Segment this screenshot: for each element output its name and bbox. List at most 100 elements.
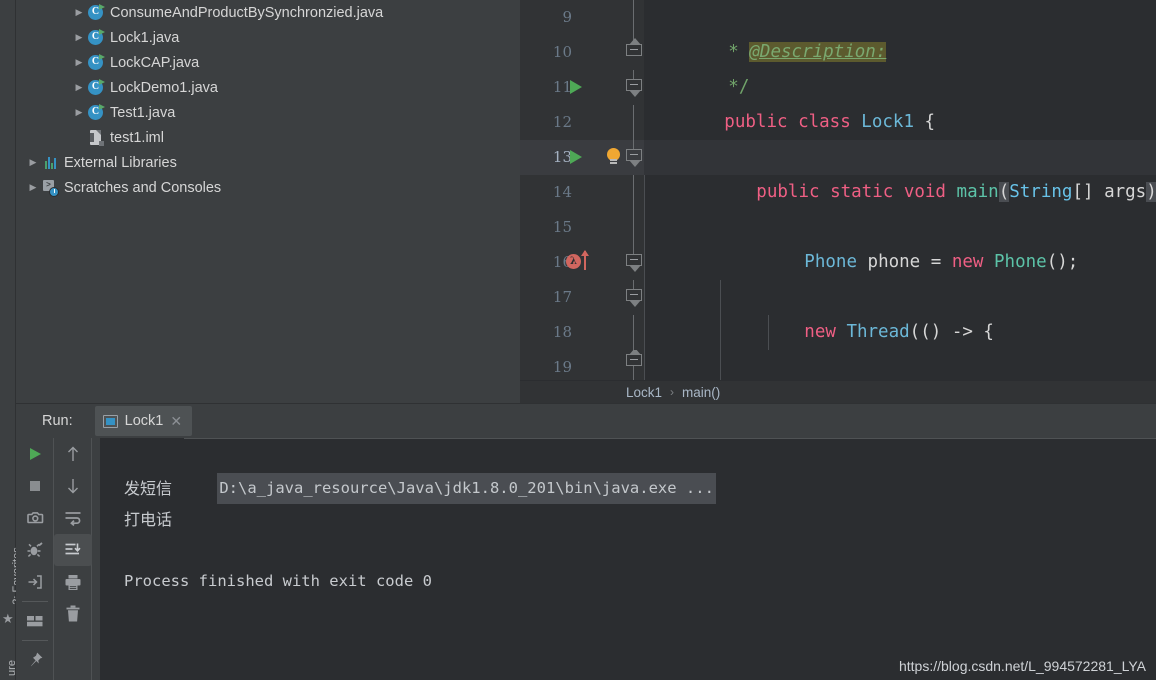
code-text: new Thread(() -> { [644, 245, 994, 342]
soft-wrap-button[interactable] [54, 502, 92, 534]
tree-item-lock1[interactable]: ▶ C Lock1.java [16, 25, 520, 50]
tree-item-label: Scratches and Consoles [64, 179, 222, 196]
run-method-icon[interactable] [570, 150, 582, 164]
fold-column[interactable] [624, 105, 644, 140]
idea-window: 2: Favorites ★ ure ▶ C ConsumeAndProduct… [0, 0, 1156, 680]
breadcrumb[interactable]: Lock1 › main() [520, 380, 1156, 403]
fold-column[interactable] [624, 245, 644, 280]
print-button[interactable] [54, 566, 92, 598]
fold-column[interactable] [624, 140, 644, 175]
tree-item-external-libraries[interactable]: ▶ External Libraries [16, 150, 520, 175]
fold-column[interactable] [624, 280, 644, 315]
code-text: phone.sendMs(); [644, 315, 1058, 350]
console-output-line: 打电话 [124, 510, 173, 529]
editor-line-11[interactable]: 11 public class Lock1 { [520, 70, 1156, 132]
debug-button[interactable] [16, 534, 54, 566]
fold-column[interactable] [624, 35, 644, 70]
screenshot-button[interactable] [16, 502, 54, 534]
export-button[interactable] [16, 566, 54, 598]
fold-column[interactable] [624, 315, 644, 350]
fold-marker-icon[interactable] [626, 350, 642, 366]
rerun-button[interactable] [16, 438, 54, 470]
layout-button[interactable] [16, 605, 54, 637]
gutter[interactable]: 17 [520, 280, 624, 315]
gutter[interactable]: 19 [520, 350, 624, 380]
console-output[interactable]: D:\a_java_resource\Java\jdk1.8.0_201\bin… [100, 438, 1156, 680]
fold-column[interactable] [624, 175, 644, 210]
run-window-body: D:\a_java_resource\Java\jdk1.8.0_201\bin… [16, 438, 1156, 680]
iml-file-icon [86, 129, 106, 147]
gutter[interactable]: 18 [520, 315, 624, 350]
fold-line [633, 210, 634, 245]
fold-column[interactable] [624, 350, 644, 380]
tree-item-lockcap[interactable]: ▶ C LockCAP.java [16, 50, 520, 75]
chevron-placeholder-icon: ▶ [72, 131, 86, 145]
console-top-divider [184, 438, 1156, 439]
gutter[interactable]: 13 [520, 140, 624, 175]
breadcrumb-method[interactable]: main() [680, 385, 722, 400]
fold-marker-icon[interactable] [626, 149, 642, 167]
fold-marker-icon[interactable] [626, 289, 642, 307]
run-tab-lock1[interactable]: Lock1 ✕ [94, 406, 193, 436]
editor-line-19[interactable]: 19 } catch (InterruptedException e) [520, 350, 1156, 380]
gutter[interactable]: 10 [520, 35, 624, 70]
gutter[interactable]: 15 [520, 210, 624, 245]
run-class-icon[interactable] [570, 80, 582, 94]
chevron-right-icon[interactable]: ▶ [72, 81, 86, 95]
code-text [644, 210, 804, 245]
editor-line-14[interactable]: 14 Phone phone = new Phone(); [520, 175, 1156, 272]
chevron-right-icon[interactable]: ▶ [72, 56, 86, 70]
code-text: */ [644, 35, 749, 97]
tree-item-test1-java[interactable]: ▶ C Test1.java [16, 100, 520, 125]
editor-line-15[interactable]: 15 [520, 210, 1156, 245]
fold-marker-icon[interactable] [626, 254, 642, 272]
scroll-to-end-button[interactable] [54, 534, 92, 566]
run-window-header: Run: Lock1 ✕ [16, 404, 1156, 438]
java-class-icon: C [86, 53, 106, 72]
run-tool-window: Run: Lock1 ✕ D:\a_java_resource\Java\jdk… [16, 403, 1156, 680]
editor-line-12[interactable]: 12 [520, 105, 1156, 140]
recursion-up-arrow-icon[interactable] [581, 250, 589, 270]
run-toolbar-left [16, 438, 54, 680]
tree-item-lockdemo1[interactable]: ▶ C LockDemo1.java [16, 75, 520, 100]
stop-button[interactable] [16, 470, 54, 502]
chevron-right-icon[interactable]: ▶ [72, 106, 86, 120]
scroll-up-button[interactable] [54, 438, 92, 470]
run-window-label: Run: [42, 413, 73, 429]
chevron-right-icon[interactable]: ▶ [26, 156, 40, 170]
gutter[interactable]: 9 [520, 0, 624, 35]
editor-line-9[interactable]: 9 * @Description: [520, 0, 1156, 62]
code-editor[interactable]: 9 * @Description: 10 */ 11 public class … [520, 0, 1156, 380]
fold-marker-icon[interactable] [626, 38, 642, 56]
intention-bulb-icon[interactable] [607, 148, 620, 165]
close-icon[interactable]: ✕ [170, 414, 182, 428]
gutter[interactable]: 14 [520, 175, 624, 210]
chevron-right-icon[interactable]: ▶ [72, 6, 86, 20]
editor-line-10[interactable]: 10 */ [520, 35, 1156, 97]
gutter[interactable]: 11 [520, 70, 624, 105]
tree-item-test1-iml[interactable]: ▶ test1.iml [16, 125, 520, 150]
line-number: 9 [562, 8, 572, 26]
editor-line-16[interactable]: 16 λ new Thread(() -> { [520, 245, 1156, 342]
gutter[interactable]: 16 λ [520, 245, 624, 280]
tree-item-scratches-and-consoles[interactable]: ▶ > Scratches and Consoles [16, 175, 520, 200]
editor-line-17[interactable]: 17 try { [520, 280, 1156, 315]
editor-line-18[interactable]: 18 phone.sendMs(); [520, 315, 1156, 350]
lambda-icon[interactable]: λ [566, 254, 581, 269]
run-configuration-icon [102, 414, 118, 428]
chevron-right-icon[interactable]: ▶ [72, 31, 86, 45]
line-number: 15 [552, 218, 572, 236]
breadcrumb-class[interactable]: Lock1 [624, 385, 664, 400]
clear-all-button[interactable] [54, 598, 92, 630]
scroll-down-button[interactable] [54, 470, 92, 502]
line-number: 14 [552, 183, 572, 201]
gutter[interactable]: 12 [520, 105, 624, 140]
chevron-right-icon[interactable]: ▶ [26, 181, 40, 195]
pin-button[interactable] [16, 644, 54, 676]
fold-column[interactable] [624, 0, 644, 35]
fold-column[interactable] [624, 210, 644, 245]
tree-item-consumeandproductbysynchronzied[interactable]: ▶ C ConsumeAndProductBySynchronzied.java [16, 0, 520, 25]
tree-item-label: LockDemo1.java [110, 79, 218, 96]
editor-line-13[interactable]: 13 public static void main(String[] args… [520, 140, 1156, 202]
